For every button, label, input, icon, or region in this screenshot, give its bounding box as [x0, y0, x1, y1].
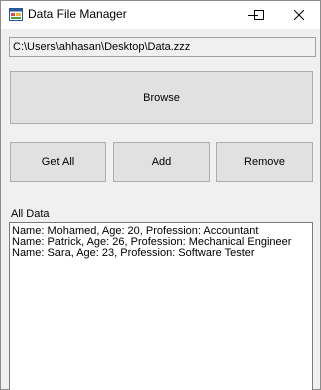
remove-button[interactable]: Remove — [216, 142, 313, 182]
all-data-listbox[interactable]: Name: Mohamed, Age: 20, Profession: Acco… — [9, 222, 313, 390]
file-path-field[interactable]: C:\Users\ahhasan\Desktop\Data.zzz — [9, 37, 316, 57]
close-icon — [294, 10, 304, 20]
maximize-button[interactable] — [237, 1, 281, 29]
get-all-button[interactable]: Get All — [10, 142, 106, 182]
list-item[interactable]: Name: Sara, Age: 23, Profession: Softwar… — [10, 248, 312, 259]
main-window: Data File Manager C:\Users\ahhasan\Deskt… — [0, 0, 321, 390]
close-button[interactable] — [277, 1, 321, 29]
maximize-icon — [254, 10, 264, 20]
all-data-label: All Data — [11, 208, 50, 220]
browse-button[interactable]: Browse — [10, 71, 313, 124]
window-title: Data File Manager — [28, 7, 127, 21]
add-button[interactable]: Add — [113, 142, 210, 182]
title-bar[interactable]: Data File Manager — [1, 1, 320, 29]
app-window-icon — [9, 8, 23, 21]
